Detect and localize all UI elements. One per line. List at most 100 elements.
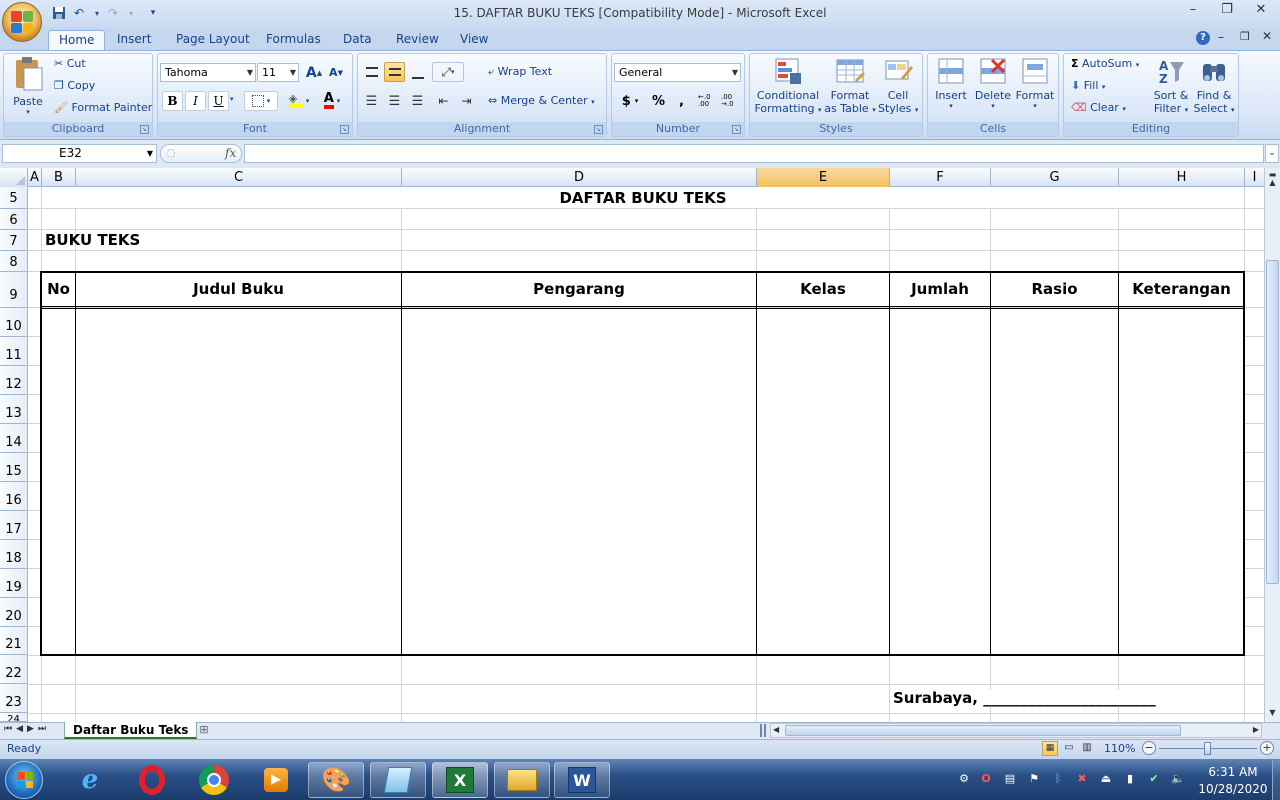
- tray-volume-icon[interactable]: 🔈: [1171, 772, 1185, 786]
- tab-view[interactable]: View: [450, 30, 498, 50]
- fill-color-button[interactable]: ◈ ▾: [283, 91, 315, 111]
- font-launcher-icon[interactable]: ↘: [340, 125, 349, 134]
- sort-filter-button[interactable]: AZ Sort & Filter ▾: [1150, 56, 1192, 120]
- tray-bluetooth-icon[interactable]: ᛒ: [1051, 772, 1065, 786]
- underline-dropdown-icon[interactable]: ▾: [230, 95, 234, 103]
- row-header-18[interactable]: 18: [0, 540, 28, 569]
- tab-insert[interactable]: Insert: [107, 30, 161, 50]
- taskbar-paint[interactable]: 🎨: [308, 762, 364, 798]
- column-header-e[interactable]: E: [757, 168, 890, 187]
- conditional-formatting-button[interactable]: Conditional Formatting ▾: [754, 56, 822, 120]
- column-header-c[interactable]: C: [76, 168, 402, 187]
- workbook-close-icon[interactable]: ✕: [1262, 29, 1272, 43]
- format-cells-button[interactable]: Format ▾: [1014, 56, 1056, 120]
- fill-button[interactable]: ⬇ Fill ▾: [1071, 79, 1105, 92]
- autosum-button[interactable]: Σ AutoSum ▾: [1071, 57, 1139, 70]
- insert-function-button[interactable]: fx: [225, 146, 236, 160]
- borders-button[interactable]: ▾: [244, 91, 278, 111]
- show-desktop-button[interactable]: [1272, 760, 1280, 800]
- align-center-button[interactable]: ☰: [384, 91, 405, 111]
- start-button[interactable]: [5, 761, 43, 799]
- row-header-6[interactable]: 6: [0, 209, 28, 230]
- format-painter-button[interactable]: 🖌 Format Painter: [54, 101, 152, 114]
- font-name-select[interactable]: Tahoma ▼: [160, 63, 256, 82]
- tab-home[interactable]: Home: [48, 30, 106, 50]
- number-format-select[interactable]: General ▼: [614, 63, 741, 82]
- formula-input[interactable]: [244, 144, 1264, 163]
- name-box[interactable]: E32 ▼: [2, 144, 157, 163]
- grow-font-button[interactable]: A ▲: [304, 63, 324, 82]
- row-header-19[interactable]: 19: [0, 569, 28, 598]
- taskbar-excel[interactable]: X: [432, 762, 488, 798]
- wrap-text-button[interactable]: ⤶ Wrap Text: [488, 65, 552, 79]
- tray-network-adapter-icon[interactable]: ⚙: [957, 772, 971, 786]
- row-header-13[interactable]: 13: [0, 395, 28, 424]
- ribbon-minimize-icon[interactable]: –: [1218, 30, 1224, 44]
- zoom-in-icon[interactable]: +: [1260, 741, 1274, 755]
- zoom-out-icon[interactable]: −: [1142, 741, 1156, 755]
- row-header-10[interactable]: 10: [0, 308, 28, 337]
- shrink-font-button[interactable]: A ▼: [326, 63, 346, 82]
- merge-center-button[interactable]: ⇔ Merge & Center ▾: [488, 94, 595, 107]
- insert-sheet-icon[interactable]: ⊞: [191, 723, 217, 737]
- row-header-11[interactable]: 11: [0, 337, 28, 366]
- clock-date[interactable]: 10/28/2020: [1195, 782, 1271, 796]
- underline-button[interactable]: U: [208, 91, 229, 111]
- row-header-8[interactable]: 8: [0, 251, 28, 272]
- cut-button[interactable]: ✂ Cut: [54, 57, 86, 70]
- align-top-button[interactable]: [361, 62, 382, 82]
- bold-button[interactable]: B: [162, 91, 183, 111]
- tab-split-handle[interactable]: [760, 724, 766, 737]
- zoom-slider-thumb[interactable]: [1204, 742, 1211, 755]
- format-as-table-button[interactable]: Format as Table ▾: [824, 56, 876, 120]
- taskbar-notepad[interactable]: [370, 762, 426, 798]
- tray-signal-icon[interactable]: ▮: [1123, 772, 1137, 786]
- page-break-view-icon[interactable]: ▥: [1079, 741, 1095, 756]
- row-header-14[interactable]: 14: [0, 424, 28, 453]
- page-layout-view-icon[interactable]: ▭: [1061, 741, 1077, 756]
- tray-opera-icon[interactable]: O: [979, 772, 993, 786]
- horizontal-scrollbar[interactable]: ◀ ▶: [770, 723, 1262, 738]
- align-right-button[interactable]: ☰: [407, 91, 428, 111]
- restore-button[interactable]: ❐: [1212, 2, 1242, 22]
- office-button[interactable]: [2, 2, 42, 42]
- tab-page-layout[interactable]: Page Layout: [166, 30, 260, 50]
- row-header-24[interactable]: 24: [0, 713, 28, 722]
- row-header-15[interactable]: 15: [0, 453, 28, 482]
- tab-data[interactable]: Data: [333, 30, 382, 50]
- scroll-left-icon[interactable]: ◀: [773, 725, 779, 734]
- minimize-button[interactable]: –: [1178, 2, 1208, 22]
- decrease-indent-button[interactable]: ⇤: [433, 91, 454, 111]
- column-header-g[interactable]: G: [991, 168, 1119, 187]
- horizontal-scroll-thumb[interactable]: [785, 725, 1181, 736]
- taskbar-chrome[interactable]: [186, 762, 242, 798]
- row-header-22[interactable]: 22: [0, 655, 28, 684]
- select-all-button[interactable]: [0, 168, 28, 187]
- italic-button[interactable]: I: [185, 91, 206, 111]
- taskbar-media-player[interactable]: ▶: [248, 762, 304, 798]
- delete-cells-button[interactable]: Delete ▾: [973, 56, 1013, 120]
- copy-button[interactable]: ❐ Copy: [54, 79, 95, 92]
- comma-button[interactable]: ,: [671, 91, 692, 111]
- number-launcher-icon[interactable]: ↘: [732, 125, 741, 134]
- taskbar-word[interactable]: W: [554, 762, 610, 798]
- row-header-5[interactable]: 5: [0, 187, 28, 209]
- tray-security-icon[interactable]: ✖: [1075, 772, 1089, 786]
- ribbon-restore-icon[interactable]: ❐: [1240, 30, 1250, 43]
- font-size-select[interactable]: 11 ▼: [257, 63, 299, 82]
- tray-usb-icon[interactable]: ⏏: [1099, 772, 1113, 786]
- font-color-button[interactable]: A ▾: [316, 91, 348, 111]
- column-header-d[interactable]: D: [402, 168, 757, 187]
- scroll-right-icon[interactable]: ▶: [1253, 725, 1259, 734]
- row-header-7[interactable]: 7: [0, 230, 28, 251]
- increase-decimal-button[interactable]: ←.0 .00: [697, 91, 718, 111]
- taskbar-explorer[interactable]: [494, 762, 550, 798]
- alignment-launcher-icon[interactable]: ↘: [594, 125, 603, 134]
- currency-button[interactable]: $ ▾: [614, 91, 646, 111]
- column-header-f[interactable]: F: [890, 168, 991, 187]
- orientation-button[interactable]: ⤢ ▾: [432, 62, 464, 82]
- increase-indent-button[interactable]: ⇥: [456, 91, 477, 111]
- cell-styles-button[interactable]: Cell Styles ▾: [878, 56, 918, 120]
- tray-flag-icon[interactable]: ⚑: [1027, 772, 1041, 786]
- taskbar-opera[interactable]: [124, 762, 180, 798]
